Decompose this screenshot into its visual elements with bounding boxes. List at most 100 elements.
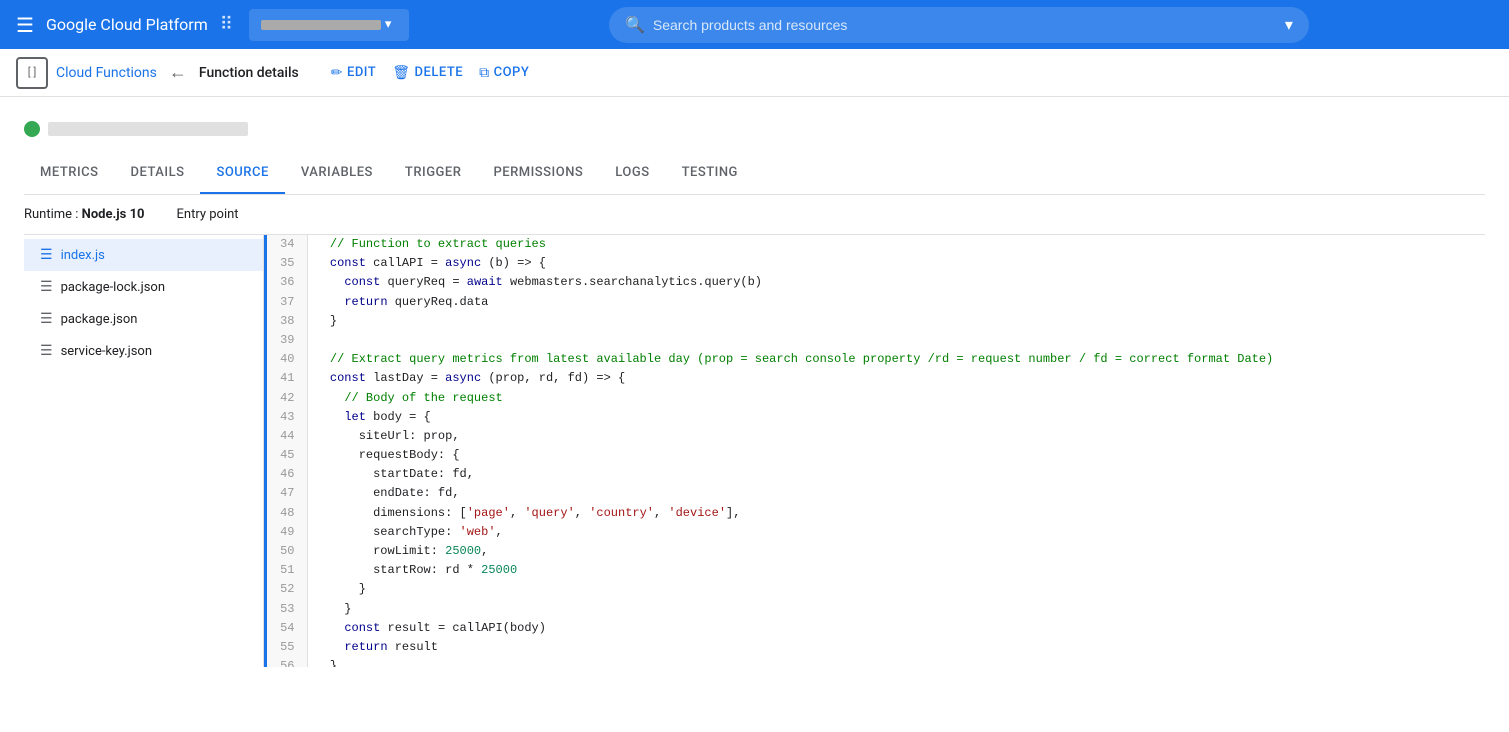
file-icon: ☰ bbox=[40, 343, 53, 359]
line-code: const lastDay = async (prop, rd, fd) => … bbox=[307, 369, 1485, 388]
delete-label: DELETE bbox=[415, 65, 464, 80]
line-code: return result bbox=[307, 638, 1485, 657]
line-code: let body = { bbox=[307, 408, 1485, 427]
line-code: // Function to extract queries bbox=[307, 235, 1485, 254]
table-row: 39 bbox=[267, 331, 1485, 350]
tabs-bar: METRICSDETAILSSOURCEVARIABLESTRIGGERPERM… bbox=[24, 153, 1485, 195]
function-header bbox=[24, 121, 1485, 137]
line-code: const result = callAPI(body) bbox=[307, 619, 1485, 638]
line-number: 55 bbox=[267, 638, 307, 657]
file-browser: ☰index.js☰package-lock.json☰package.json… bbox=[24, 235, 264, 667]
file-item-package-json[interactable]: ☰ package.json bbox=[24, 303, 263, 335]
table-row: 44 siteUrl: prop, bbox=[267, 427, 1485, 446]
cloud-functions-link[interactable]: Cloud Functions bbox=[56, 65, 157, 81]
delete-icon: 🗑 bbox=[392, 65, 410, 81]
line-number: 54 bbox=[267, 619, 307, 638]
table-row: 55 return result bbox=[267, 638, 1485, 657]
line-code: } bbox=[307, 600, 1485, 619]
table-row: 45 requestBody: { bbox=[267, 446, 1485, 465]
line-number: 46 bbox=[267, 465, 307, 484]
line-code: dimensions: ['page', 'query', 'country',… bbox=[307, 504, 1485, 523]
line-number: 51 bbox=[267, 561, 307, 580]
file-item-service-key-json[interactable]: ☰ service-key.json bbox=[24, 335, 263, 367]
line-code: // Extract query metrics from latest ava… bbox=[307, 350, 1485, 369]
code-table: 34 // Function to extract queries35 cons… bbox=[267, 235, 1485, 667]
search-icon: 🔍 bbox=[625, 15, 645, 34]
tab-variables[interactable]: VARIABLES bbox=[285, 153, 389, 194]
file-item-index-js[interactable]: ☰index.js bbox=[24, 239, 263, 271]
line-code: startDate: fd, bbox=[307, 465, 1485, 484]
search-bar[interactable]: 🔍 ▾ bbox=[609, 7, 1309, 43]
delete-button[interactable]: 🗑 DELETE bbox=[392, 65, 463, 81]
project-selector[interactable]: ▾ bbox=[249, 9, 409, 41]
line-code: const queryReq = await webmasters.search… bbox=[307, 273, 1485, 292]
tab-permissions[interactable]: PERMISSIONS bbox=[477, 153, 599, 194]
tab-testing[interactable]: TESTING bbox=[666, 153, 754, 194]
action-buttons: ✏ EDIT 🗑 DELETE ⧉ COPY bbox=[331, 65, 530, 81]
runtime-value: Node.js 10 bbox=[82, 207, 145, 222]
table-row: 54 const result = callAPI(body) bbox=[267, 619, 1485, 638]
line-number: 44 bbox=[267, 427, 307, 446]
file-icon: ☰ bbox=[40, 311, 53, 327]
back-button[interactable]: ← bbox=[165, 58, 191, 87]
line-number: 40 bbox=[267, 350, 307, 369]
table-row: 35 const callAPI = async (b) => { bbox=[267, 254, 1485, 273]
line-code: requestBody: { bbox=[307, 446, 1485, 465]
table-row: 42 // Body of the request bbox=[267, 389, 1485, 408]
line-number: 47 bbox=[267, 484, 307, 503]
line-code: return queryReq.data bbox=[307, 293, 1485, 312]
file-item-package-lock-json[interactable]: ☰ package-lock.json bbox=[24, 271, 263, 303]
line-number: 41 bbox=[267, 369, 307, 388]
line-number: 37 bbox=[267, 293, 307, 312]
line-code: rowLimit: 25000, bbox=[307, 542, 1485, 561]
file-icon: ☰ bbox=[40, 279, 53, 295]
search-input[interactable] bbox=[653, 17, 1277, 33]
table-row: 56 } bbox=[267, 657, 1485, 667]
copy-label: COPY bbox=[494, 65, 530, 80]
table-row: 43 let body = { bbox=[267, 408, 1485, 427]
code-editor[interactable]: 34 // Function to extract queries35 cons… bbox=[264, 235, 1485, 667]
app-title: Google Cloud Platform bbox=[46, 15, 208, 34]
table-row: 34 // Function to extract queries bbox=[267, 235, 1485, 254]
hamburger-icon[interactable]: ☰ bbox=[16, 13, 34, 37]
line-number: 38 bbox=[267, 312, 307, 331]
line-number: 34 bbox=[267, 235, 307, 254]
table-row: 46 startDate: fd, bbox=[267, 465, 1485, 484]
file-icon: ☰ bbox=[40, 247, 53, 263]
file-name: package-lock.json bbox=[61, 280, 165, 295]
line-number: 48 bbox=[267, 504, 307, 523]
tab-source[interactable]: SOURCE bbox=[200, 153, 284, 194]
tab-trigger[interactable]: TRIGGER bbox=[389, 153, 478, 194]
tab-logs[interactable]: LOGS bbox=[599, 153, 665, 194]
line-number: 39 bbox=[267, 331, 307, 350]
status-dot bbox=[24, 121, 40, 137]
line-code: searchType: 'web', bbox=[307, 523, 1485, 542]
secondary-nav: [ ] Cloud Functions ← Function details ✏… bbox=[0, 49, 1509, 97]
tab-details[interactable]: DETAILS bbox=[114, 153, 200, 194]
runtime-info: Runtime : Node.js 10 bbox=[24, 207, 145, 222]
line-code: startRow: rd * 25000 bbox=[307, 561, 1485, 580]
line-number: 35 bbox=[267, 254, 307, 273]
edit-button[interactable]: ✏ EDIT bbox=[331, 65, 377, 81]
table-row: 49 searchType: 'web', bbox=[267, 523, 1485, 542]
copy-button[interactable]: ⧉ COPY bbox=[479, 65, 529, 81]
line-number: 45 bbox=[267, 446, 307, 465]
cloud-functions-icon: [ ] bbox=[16, 57, 48, 89]
file-name: service-key.json bbox=[61, 344, 152, 359]
entry-point-label: Entry point bbox=[177, 207, 239, 222]
line-code: } bbox=[307, 580, 1485, 599]
nav-left: ☰ Google Cloud Platform ⠿ bbox=[16, 13, 233, 37]
project-chevron-icon: ▾ bbox=[385, 17, 392, 32]
content-area: METRICSDETAILSSOURCEVARIABLESTRIGGERPERM… bbox=[0, 97, 1509, 667]
line-number: 36 bbox=[267, 273, 307, 292]
file-name: package.json bbox=[61, 312, 138, 327]
waffle-icon[interactable]: ⠿ bbox=[220, 14, 233, 35]
tab-metrics[interactable]: METRICS bbox=[24, 153, 114, 194]
table-row: 53 } bbox=[267, 600, 1485, 619]
function-name bbox=[48, 122, 248, 136]
table-row: 40 // Extract query metrics from latest … bbox=[267, 350, 1485, 369]
line-number: 42 bbox=[267, 389, 307, 408]
line-code: const callAPI = async (b) => { bbox=[307, 254, 1485, 273]
line-number: 53 bbox=[267, 600, 307, 619]
edit-icon: ✏ bbox=[331, 65, 343, 81]
